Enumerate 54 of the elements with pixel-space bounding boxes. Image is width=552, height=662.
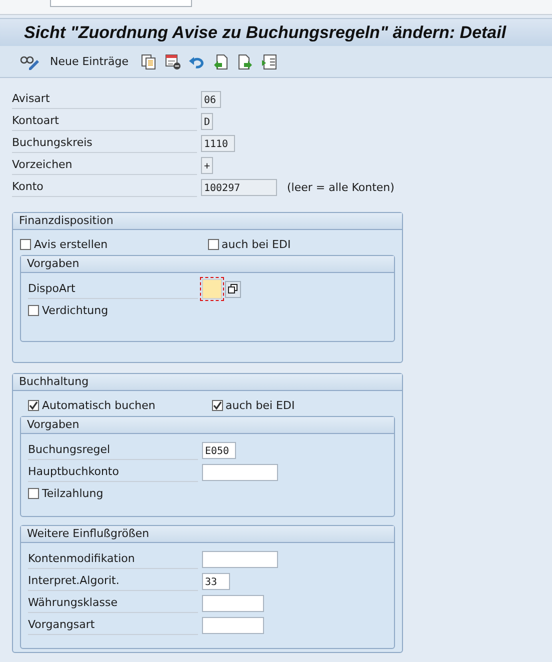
overlapping-squares-icon — [228, 284, 238, 294]
input-field[interactable]: 33 — [202, 572, 230, 590]
delete-row-icon — [164, 54, 181, 70]
checkbox-label: Avis erstellen — [34, 238, 108, 251]
input-field[interactable]: E050 — [202, 442, 236, 458]
required-input-field[interactable] — [202, 279, 222, 299]
value-help-button[interactable] — [225, 280, 241, 298]
field-label: Vorgangsart — [28, 615, 198, 635]
checkbox[interactable] — [208, 239, 218, 250]
field-label: Buchungskreis — [12, 133, 197, 153]
field-label: Avisart — [12, 89, 197, 109]
checkbox-label: auch bei EDI — [222, 238, 291, 251]
field-label: Interpret.Algorit. — [28, 571, 198, 591]
checkbox[interactable] — [20, 239, 31, 250]
new-entries-button[interactable]: Neue Einträge — [46, 55, 135, 68]
checkbox[interactable] — [28, 305, 39, 316]
field-label: Buchungsregel — [28, 440, 198, 460]
field-label: Kontoart — [12, 111, 197, 131]
document-right-arrow-icon — [236, 54, 253, 70]
input-field[interactable]: 1110 — [201, 134, 235, 152]
field-label: Vorzeichen — [12, 155, 197, 175]
input-field[interactable]: + — [201, 156, 213, 174]
checkbox-label: Teilzahlung — [42, 487, 104, 500]
subgroup-title: Weitere Einflußgrößen — [21, 526, 394, 543]
input-field[interactable]: 100297 — [201, 178, 277, 196]
field-label: Währungsklasse — [28, 593, 198, 613]
checkbox-label: Verdichtung — [42, 304, 108, 317]
input-field[interactable] — [202, 594, 264, 612]
subgroup-title: Vorgaben — [21, 417, 394, 434]
subgroup-title: Vorgaben — [21, 256, 394, 273]
document-left-arrow-icon — [212, 54, 229, 70]
checkbox[interactable] — [212, 400, 222, 411]
copy-icon — [140, 54, 157, 70]
checkbox[interactable] — [28, 400, 39, 411]
input-field[interactable] — [202, 550, 278, 568]
group-title: Buchhaltung — [13, 374, 402, 391]
input-field[interactable] — [202, 464, 278, 480]
input-field[interactable]: 06 — [201, 90, 221, 108]
checkbox-label: Automatisch buchen — [42, 399, 156, 412]
delete-row-button[interactable] — [162, 52, 183, 70]
checkbox-label: auch bei EDI — [226, 399, 295, 412]
field-label: Hauptbuchkonto — [28, 462, 198, 482]
glasses-pencil-icon — [20, 54, 40, 70]
screen-title: Sicht "Zuordnung Avise zu Buchungsregeln" ändern: Detail — [24, 22, 506, 42]
field-label: Konto — [12, 177, 197, 197]
command-field[interactable] — [50, 0, 192, 7]
field-label: DispoArt — [28, 279, 198, 299]
hint-text: (leer = alle Konten) — [287, 180, 394, 194]
field-label: Kontenmodifikation — [28, 549, 198, 569]
document-select-icon — [260, 54, 277, 70]
group-title: Finanzdisposition — [13, 213, 402, 230]
input-field[interactable] — [202, 616, 264, 634]
checkbox[interactable] — [28, 488, 39, 499]
input-field[interactable]: D — [201, 112, 213, 130]
